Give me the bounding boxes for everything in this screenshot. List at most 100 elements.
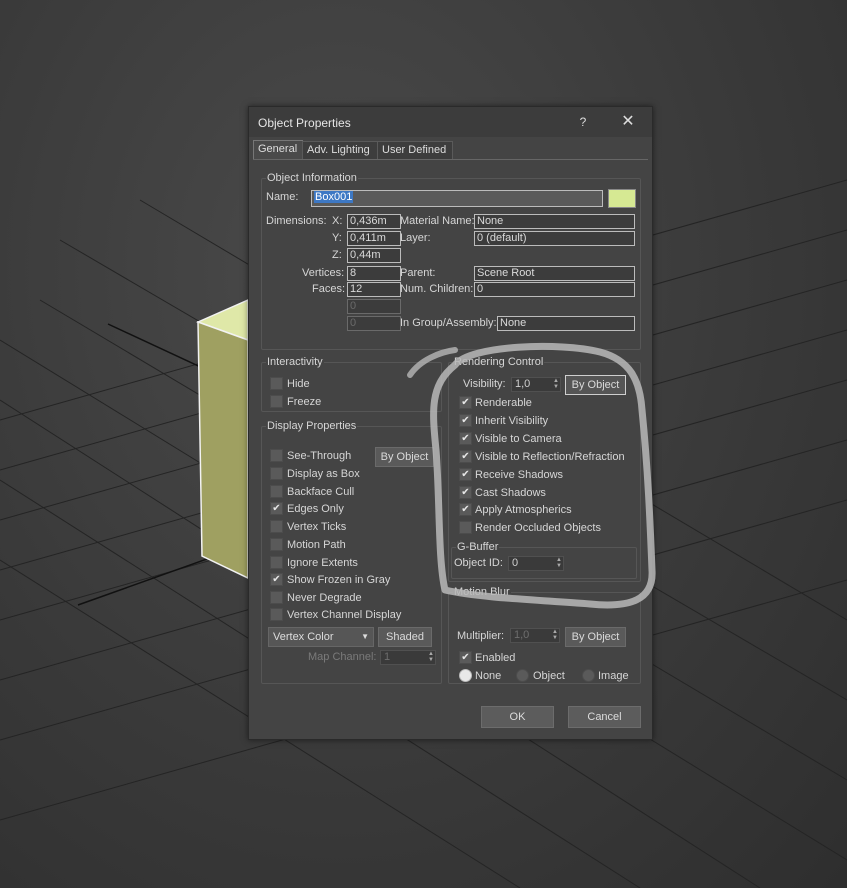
renderable-label: Renderable: [475, 397, 532, 409]
never-degrade-checkbox[interactable]: [270, 591, 283, 604]
receive-shadows-label: Receive Shadows: [475, 469, 564, 481]
name-label: Name:: [266, 191, 299, 203]
tab-general[interactable]: General: [253, 140, 303, 160]
ignore-extents-checkbox[interactable]: [270, 556, 283, 569]
faces-field: 12: [347, 282, 401, 297]
tab-user-defined[interactable]: User Defined: [377, 141, 453, 159]
motion-blur-by-object-button[interactable]: By Object: [565, 627, 626, 647]
motion-blur-enabled-checkbox[interactable]: ✔: [459, 651, 472, 664]
general-tab-panel: Object Information Name: Box001 Dimensio…: [253, 159, 648, 702]
object-id-value: 0: [512, 557, 519, 569]
apply-atmospherics-checkbox[interactable]: ✔: [459, 503, 472, 516]
blur-none-radio[interactable]: [459, 669, 472, 682]
hide-label: Hide: [287, 378, 310, 390]
blur-image-radio[interactable]: [582, 669, 595, 682]
title-bar[interactable]: Object Properties ? ✕: [249, 107, 652, 137]
y-dimension-field: 0,411m: [347, 231, 401, 246]
tab-adv-lighting[interactable]: Adv. Lighting: [302, 141, 378, 159]
spinner-arrows-icon: ▲ ▼: [428, 651, 434, 663]
edges-only-label: Edges Only: [287, 503, 344, 515]
spinner-arrows-icon: ▲ ▼: [556, 557, 562, 569]
in-group-field: None: [497, 316, 635, 331]
see-through-checkbox[interactable]: [270, 449, 283, 462]
shaded-button[interactable]: Shaded: [378, 627, 432, 647]
visible-to-reflection-label: Visible to Reflection/Refraction: [475, 451, 625, 463]
name-value: Box001: [314, 191, 354, 203]
edges-only-checkbox[interactable]: ✔: [270, 502, 283, 515]
help-button[interactable]: ?: [575, 114, 591, 130]
x-dimension-field: 0,436m: [347, 214, 401, 229]
vertex-ticks-label: Vertex Ticks: [287, 521, 347, 533]
backface-cull-checkbox[interactable]: [270, 485, 283, 498]
vertex-color-value: Vertex Color: [273, 631, 334, 643]
freeze-checkbox[interactable]: [270, 395, 283, 408]
object-id-spinner[interactable]: 0 ▲ ▼: [508, 556, 564, 571]
inherit-visibility-label: Inherit Visibility: [475, 415, 549, 427]
motion-blur-group: Motion Blur Multiplier: 1,0 ▲ ▼ By Object…: [448, 586, 641, 684]
num-children-label: Num. Children:: [400, 283, 474, 295]
multiplier-label: Multiplier:: [457, 630, 505, 642]
vertex-channel-display-checkbox[interactable]: [270, 608, 283, 621]
g-buffer-group: G-Buffer Object ID: 0 ▲ ▼: [451, 541, 637, 579]
display-properties-group: Display Properties By Object See-Through…: [261, 420, 442, 684]
motion-path-label: Motion Path: [287, 539, 346, 551]
visible-to-reflection-checkbox[interactable]: ✔: [459, 450, 472, 463]
object-information-group: Object Information Name: Box001 Dimensio…: [261, 172, 641, 350]
vertices-field: 8: [347, 266, 401, 281]
display-as-box-label: Display as Box: [287, 468, 360, 480]
show-frozen-in-gray-label: Show Frozen in Gray: [287, 574, 391, 586]
render-occluded-checkbox[interactable]: [459, 521, 472, 534]
multiplier-spinner: 1,0 ▲ ▼: [510, 628, 560, 643]
ok-button[interactable]: OK: [481, 706, 554, 728]
dimensions-label: Dimensions:: [266, 215, 327, 227]
render-occluded-label: Render Occluded Objects: [475, 522, 601, 534]
display-as-box-checkbox[interactable]: [270, 467, 283, 480]
num-children-field: 0: [474, 282, 635, 297]
name-input[interactable]: Box001: [311, 190, 603, 207]
dialog-title: Object Properties: [258, 116, 351, 130]
map-channel-spinner: 1 ▲ ▼: [380, 650, 436, 665]
receive-shadows-checkbox[interactable]: ✔: [459, 468, 472, 481]
rendering-control-title: Rendering Control: [453, 356, 545, 368]
inherit-visibility-checkbox[interactable]: ✔: [459, 414, 472, 427]
map-channel-label: Map Channel:: [308, 651, 377, 663]
cast-shadows-checkbox[interactable]: ✔: [459, 486, 472, 499]
visible-to-camera-label: Visible to Camera: [475, 433, 562, 445]
apply-atmospherics-label: Apply Atmospherics: [475, 504, 572, 516]
hide-checkbox[interactable]: [270, 377, 283, 390]
spinner-arrows-icon: ▲ ▼: [552, 629, 558, 641]
object-color-swatch[interactable]: [608, 189, 636, 208]
multiplier-value: 1,0: [514, 629, 530, 641]
display-by-object-button[interactable]: By Object: [375, 447, 434, 467]
layer-label: Layer:: [400, 232, 431, 244]
blur-object-radio[interactable]: [516, 669, 529, 682]
motion-blur-title: Motion Blur: [453, 586, 511, 598]
freeze-label: Freeze: [287, 396, 322, 408]
in-group-label: In Group/Assembly:: [400, 317, 497, 329]
layer-field: 0 (default): [474, 231, 635, 246]
renderable-checkbox[interactable]: ✔: [459, 396, 472, 409]
close-button[interactable]: ✕: [619, 113, 637, 131]
z-dimension-field: 0,44m: [347, 248, 401, 263]
vertices-label: Vertices:: [302, 267, 345, 279]
box-object[interactable]: [195, 298, 249, 580]
visible-to-camera-checkbox[interactable]: ✔: [459, 432, 472, 445]
visibility-value: 1,0: [515, 378, 531, 390]
parent-label: Parent:: [400, 267, 436, 279]
y-label: Y:: [332, 232, 342, 244]
show-frozen-in-gray-checkbox[interactable]: ✔: [270, 573, 283, 586]
vertex-color-dropdown[interactable]: Vertex Color ▼: [268, 627, 374, 647]
object-properties-dialog: Object Properties ? ✕ General Adv. Light…: [248, 106, 653, 740]
blur-none-label: None: [475, 670, 502, 682]
rendering-control-group: Rendering Control Visibility: 1,0 ▲ ▼ By …: [448, 356, 641, 582]
visibility-spinner[interactable]: 1,0 ▲ ▼: [511, 377, 561, 392]
never-degrade-label: Never Degrade: [287, 592, 362, 604]
motion-path-checkbox[interactable]: [270, 538, 283, 551]
faces-label: Faces:: [312, 283, 346, 295]
vertex-ticks-checkbox[interactable]: [270, 520, 283, 533]
extra-count-field-2: 0: [347, 316, 401, 331]
extra-count-field-1: 0: [347, 299, 401, 314]
material-name-label: Material Name:: [400, 215, 475, 227]
rendering-by-object-button[interactable]: By Object: [565, 375, 626, 395]
cancel-button[interactable]: Cancel: [568, 706, 641, 728]
